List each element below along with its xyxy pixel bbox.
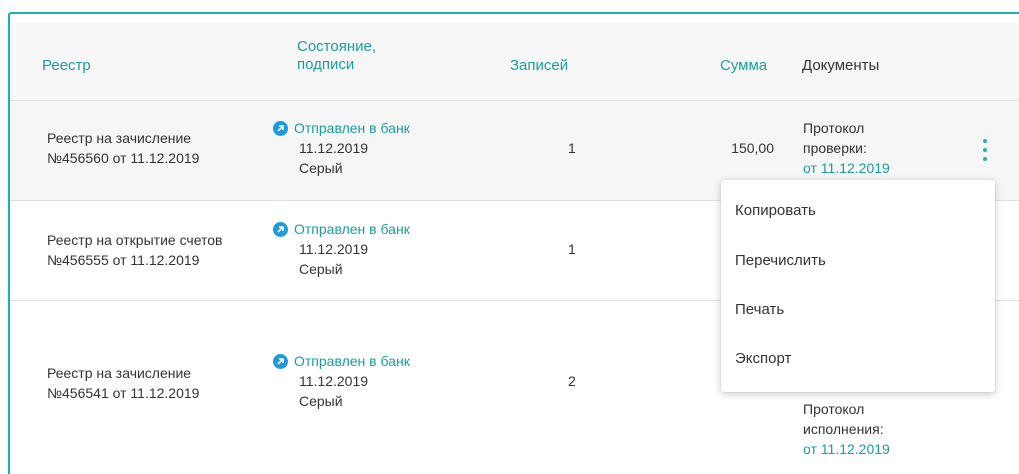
doc-title-line1: Протокол <box>803 120 865 136</box>
registry-name: Реестр на зачисление №456541 от 11.12.20… <box>47 363 199 403</box>
status-date: 11.12.2019 <box>299 373 369 389</box>
signer-name: Серый <box>299 261 343 277</box>
menu-item-copy[interactable]: Копировать <box>735 202 816 219</box>
registry-name-line2: №456560 от 11.12.2019 <box>47 150 200 166</box>
records-count: 1 <box>568 241 576 257</box>
doc-link[interactable]: от 11.12.2019 <box>803 439 890 459</box>
menu-item-transfer[interactable]: Перечислить <box>735 252 826 269</box>
status-link[interactable]: Отправлен в банк <box>273 219 410 239</box>
status-link[interactable]: Отправлен в банк <box>273 118 410 138</box>
amount-value: 150,00 <box>731 140 774 156</box>
registry-name-line1: Реестр на открытие счетов <box>47 232 223 248</box>
arrow-up-right-circle-icon <box>273 221 288 237</box>
status-cell: Отправлен в банк 11.12.2019 Серый <box>273 118 410 178</box>
signer-name: Серый <box>299 160 343 176</box>
status-date: 11.12.2019 <box>299 241 369 257</box>
status-cell: Отправлен в банк 11.12.2019 Серый <box>273 219 410 279</box>
status-text: Отправлен в банк <box>294 221 410 237</box>
header-documents: Документы <box>802 57 880 74</box>
registry-name-line2: №456541 от 11.12.2019 <box>47 385 200 401</box>
status-text: Отправлен в банк <box>294 353 410 369</box>
doc-title-line1: Протокол <box>803 401 865 417</box>
row-context-menu: Копировать Перечислить Печать Экспорт <box>721 180 995 392</box>
signer-name: Серый <box>299 393 343 409</box>
documents-cell: Протокол проверки: от 11.12.2019 <box>803 118 890 178</box>
header-amount[interactable]: Сумма <box>720 57 767 75</box>
status-text: Отправлен в банк <box>294 120 410 136</box>
registry-name: Реестр на открытие счетов №456555 от 11.… <box>47 230 223 270</box>
more-vertical-icon[interactable] <box>977 139 993 161</box>
menu-item-export[interactable]: Экспорт <box>735 350 791 367</box>
doc-title-line2: исполнения: <box>803 421 884 437</box>
status-link[interactable]: Отправлен в банк <box>273 351 410 371</box>
documents-cell: Протокол исполнения: от 11.12.2019 <box>803 399 890 459</box>
header-status-line1: Состояние, <box>297 38 377 55</box>
menu-item-print[interactable]: Печать <box>735 301 784 318</box>
header-status-line2: подписи <box>297 56 355 73</box>
registry-name-line2: №456555 от 11.12.2019 <box>47 252 200 268</box>
registry-name-line1: Реестр на зачисление <box>47 365 192 381</box>
registry-name-line1: Реестр на зачисление <box>47 130 192 146</box>
header-status[interactable]: Состояние, подписи <box>297 38 376 74</box>
doc-title-line2: проверки: <box>803 140 867 156</box>
table-header: Реестр Состояние, подписи Записей Сумма … <box>10 23 1019 101</box>
status-date: 11.12.2019 <box>299 140 369 156</box>
arrow-up-right-circle-icon <box>273 120 288 136</box>
arrow-up-right-circle-icon <box>273 353 288 369</box>
registry-name: Реестр на зачисление №456560 от 11.12.20… <box>47 128 199 168</box>
header-records[interactable]: Записей <box>510 57 568 75</box>
records-count: 1 <box>568 140 576 156</box>
header-registry[interactable]: Реестр <box>42 57 91 75</box>
status-cell: Отправлен в банк 11.12.2019 Серый <box>273 351 410 411</box>
doc-link[interactable]: от 11.12.2019 <box>803 158 890 178</box>
records-count: 2 <box>568 373 576 389</box>
